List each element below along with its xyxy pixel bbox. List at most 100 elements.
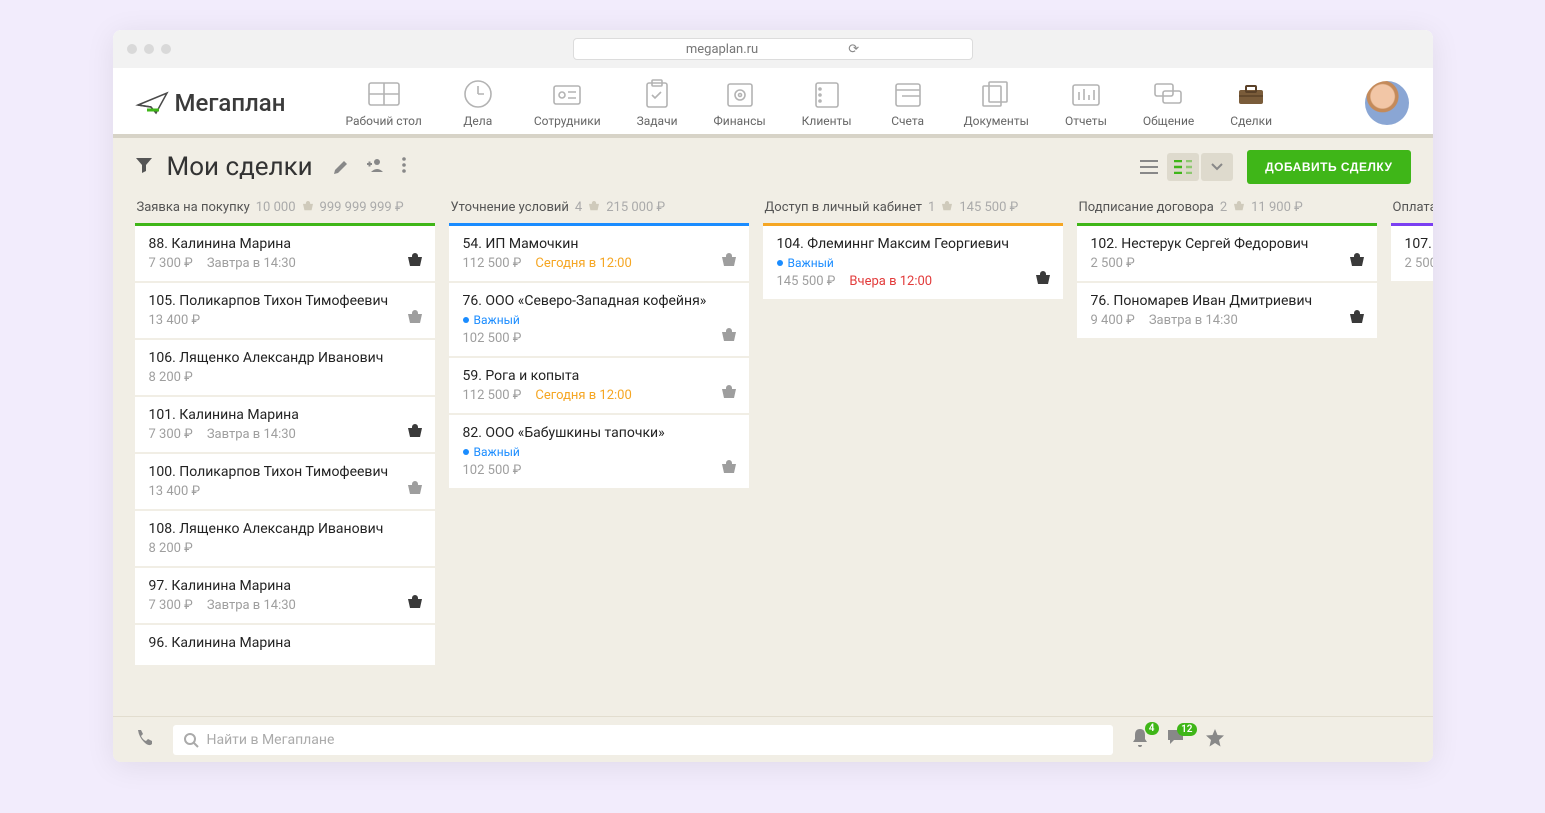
card-subline: 7 300 ₽Завтра в 14:30 <box>149 427 423 442</box>
kanban-board: Заявка на покупку 10 000 999 999 999 ₽88… <box>113 196 1433 716</box>
search-icon <box>183 732 199 748</box>
user-avatar[interactable] <box>1365 81 1409 125</box>
column-1: Уточнение условий 4 215 000 ₽54. ИП Мамо… <box>449 196 749 716</box>
nav-item-4[interactable]: Финансы <box>714 78 766 128</box>
card-price: 7 300 ₽ <box>149 427 193 442</box>
minimize-dot[interactable] <box>144 44 154 54</box>
list-view-button[interactable] <box>1133 153 1165 181</box>
card-title: 82. ООО «Бабушкины тапочки» <box>463 425 737 441</box>
bag-icon <box>721 327 737 346</box>
card-subline: 13 400 ₽ <box>149 484 423 499</box>
kanban-view-button[interactable] <box>1167 153 1199 181</box>
deal-card[interactable]: 102. Нестерук Сергей Федорович2 500 ₽ <box>1077 226 1377 281</box>
close-dot[interactable] <box>127 44 137 54</box>
more-icon[interactable] <box>401 156 407 178</box>
deal-card[interactable]: 54. ИП Мамочкин112 500 ₽Сегодня в 12:00 <box>449 226 749 281</box>
browser-window: megaplan.ru ⟳ Мегаплан Рабочий стол Дела С… <box>113 30 1433 762</box>
column-4: Оплата107.2 500 <box>1391 196 1433 716</box>
add-deal-button[interactable]: ДОБАВИТЬ СДЕЛКУ <box>1247 150 1410 184</box>
column-title: Заявка на покупку <box>137 200 250 215</box>
edit-icon[interactable] <box>333 156 351 178</box>
card-title: 108. Лященко Александр Иванович <box>149 521 423 537</box>
card-subline: 102 500 ₽ <box>463 463 737 478</box>
nav-item-9[interactable]: Общение <box>1143 78 1194 128</box>
url-bar[interactable]: megaplan.ru ⟳ <box>573 38 973 60</box>
nav-item-8[interactable]: Отчеты <box>1065 78 1107 128</box>
paper-plane-icon <box>137 91 171 115</box>
zoom-dot[interactable] <box>161 44 171 54</box>
deal-card[interactable]: 82. ООО «Бабушкины тапочки»Важный102 500… <box>449 415 749 488</box>
nav-label: Задачи <box>637 114 678 128</box>
card-price: 8 200 ₽ <box>149 370 193 385</box>
column-cards: 104. Флеминнг Максим ГеоргиевичВажный145… <box>763 226 1063 299</box>
card-title: 88. Калинина Марина <box>149 236 423 252</box>
card-price: 2 500 <box>1405 256 1433 271</box>
deal-card[interactable]: 97. Калинина Марина7 300 ₽Завтра в 14:30 <box>135 568 435 623</box>
deal-card[interactable]: 100. Поликарпов Тихон Тимофеевич13 400 ₽ <box>135 454 435 509</box>
nav-item-6[interactable]: Счета <box>888 78 928 128</box>
deal-card[interactable]: 76. ООО «Северо-Западная кофейня»Важный1… <box>449 283 749 356</box>
global-search[interactable]: Найти в Мегаплане <box>173 725 1113 755</box>
deal-card[interactable]: 76. Пономарев Иван Дмитриевич 9 400 ₽Завт… <box>1077 283 1377 338</box>
nav-icon-0 <box>364 78 404 110</box>
star-icon[interactable] <box>1205 728 1225 752</box>
card-title: 96. Калинина Марина <box>149 635 423 651</box>
nav-icon-6 <box>888 78 928 110</box>
card-subline: 9 400 ₽Завтра в 14:30 <box>1091 313 1365 328</box>
card-subline: 145 500 ₽Вчера в 12:00 <box>777 274 1051 289</box>
bag-icon <box>721 384 737 403</box>
card-subline: 13 400 ₽ <box>149 313 423 328</box>
nav-item-5[interactable]: Клиенты <box>802 78 852 128</box>
deal-card[interactable]: 105. Поликарпов Тихон Тимофеевич13 400 ₽ <box>135 283 435 338</box>
nav-item-1[interactable]: Дела <box>458 78 498 128</box>
nav-item-3[interactable]: Задачи <box>637 78 678 128</box>
phone-icon[interactable] <box>135 728 155 752</box>
view-dropdown-button[interactable] <box>1201 153 1233 181</box>
column-total: 215 000 ₽ <box>606 200 665 215</box>
deal-card[interactable]: 108. Лященко Александр Иванович8 200 ₽ <box>135 511 435 566</box>
deal-card[interactable]: 106. Лященко Александр Иванович8 200 ₽ <box>135 340 435 395</box>
deal-card[interactable]: 104. Флеминнг Максим ГеоргиевичВажный145… <box>763 226 1063 299</box>
chat-icon[interactable]: 12 <box>1167 729 1187 751</box>
column-count: 1 <box>928 200 935 215</box>
column-header: Оплата <box>1391 196 1433 226</box>
bell-icon[interactable]: 4 <box>1131 728 1149 752</box>
add-user-icon[interactable] <box>365 156 387 178</box>
nav-item-0[interactable]: Рабочий стол <box>345 78 421 128</box>
column-3: Подписание договора 2 11 900 ₽102. Несте… <box>1077 196 1377 716</box>
card-price: 13 400 ₽ <box>149 484 201 499</box>
filter-icon[interactable] <box>135 156 153 178</box>
nav-icon-1 <box>458 78 498 110</box>
nav-label: Сотрудники <box>534 114 601 128</box>
deal-card[interactable]: 59. Рога и копыта112 500 ₽Сегодня в 12:0… <box>449 358 749 413</box>
nav-label: Сделки <box>1230 114 1272 128</box>
deal-card[interactable]: 96. Калинина Марина <box>135 625 435 665</box>
page-title: Мои сделки <box>167 152 313 182</box>
card-title: 76. Пономарев Иван Дмитриевич <box>1091 293 1365 309</box>
card-price: 13 400 ₽ <box>149 313 201 328</box>
bag-icon <box>407 423 423 442</box>
brand-logo[interactable]: Мегаплан <box>137 89 286 117</box>
nav-item-2[interactable]: Сотрудники <box>534 78 601 128</box>
nav-icon-2 <box>547 78 587 110</box>
bag-icon <box>1233 200 1245 215</box>
card-price: 2 500 ₽ <box>1091 256 1135 271</box>
deal-card[interactable]: 88. Калинина Марина7 300 ₽Завтра в 14:30 <box>135 226 435 281</box>
column-title: Подписание договора <box>1079 200 1214 215</box>
nav-item-10[interactable]: Сделки <box>1230 78 1272 128</box>
bag-icon <box>588 200 600 215</box>
nav-icon-7 <box>976 78 1016 110</box>
nav-label: Отчеты <box>1065 114 1107 128</box>
column-count: 4 <box>575 200 582 215</box>
card-title: 104. Флеминнг Максим Георгиевич <box>777 236 1051 252</box>
card-title: 54. ИП Мамочкин <box>463 236 737 252</box>
deal-card[interactable]: 101. Калинина Марина7 300 ₽Завтра в 14:3… <box>135 397 435 452</box>
card-subline: 2 500 ₽ <box>1091 256 1365 271</box>
card-due: Сегодня в 12:00 <box>535 256 631 271</box>
nav-item-7[interactable]: Документы <box>964 78 1029 128</box>
card-price: 7 300 ₽ <box>149 598 193 613</box>
card-title: 59. Рога и копыта <box>463 368 737 384</box>
nav-icon-10 <box>1231 78 1271 110</box>
deal-card[interactable]: 107.2 500 <box>1391 226 1433 281</box>
refresh-icon[interactable]: ⟳ <box>848 42 859 57</box>
